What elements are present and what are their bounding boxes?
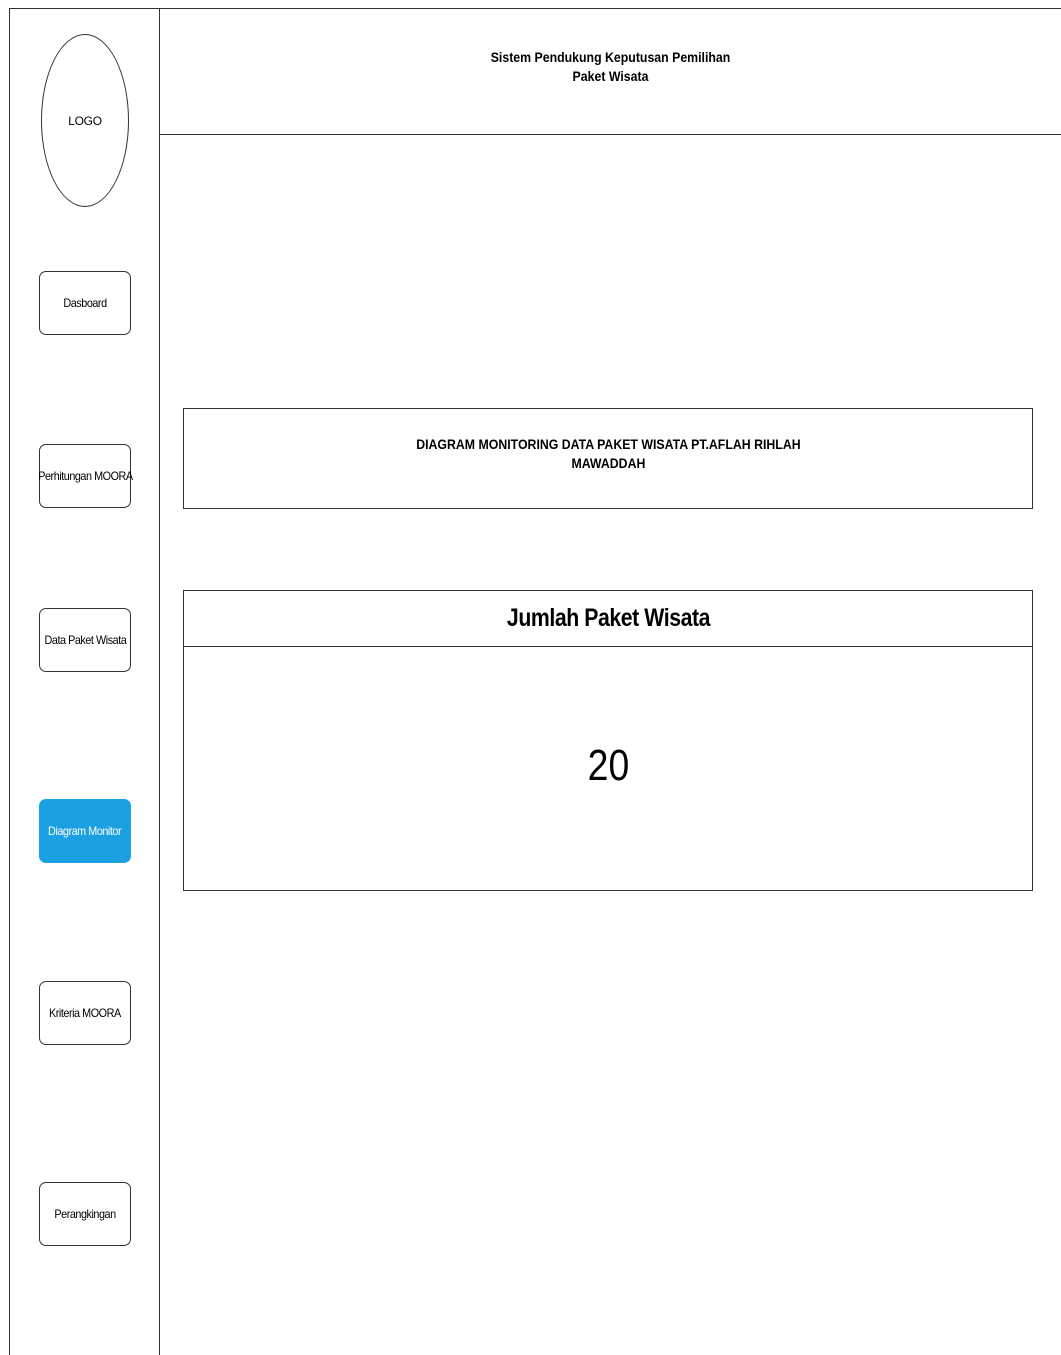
diagram-title-panel: DIAGRAM MONITORING DATA PAKET WISATA PT.… xyxy=(183,408,1033,509)
sidebar-divider xyxy=(159,8,160,1355)
app-title: Sistem Pendukung Keputusan Pemilihan Pak… xyxy=(214,48,1007,86)
card-value: 20 xyxy=(184,736,1032,796)
nav-button-label: Perangkingan xyxy=(54,1207,116,1221)
card-header: Jumlah Paket Wisata xyxy=(184,591,1032,647)
header-divider xyxy=(159,134,1061,135)
outer-frame-left-border xyxy=(9,8,10,1355)
outer-frame-top-border xyxy=(9,8,1061,9)
card-value-number: 20 xyxy=(587,741,629,790)
nav-button-label: Perhitungan MOORA xyxy=(37,469,133,483)
logo: LOGO xyxy=(41,34,129,207)
diagram-title-line-2: MAWADDAH xyxy=(571,455,645,471)
nav-button-label: Diagram Monitor xyxy=(48,824,122,838)
total-packages-card: Jumlah Paket Wisata 20 xyxy=(183,590,1033,891)
nav-button-label: Kriteria MOORA xyxy=(49,1006,121,1020)
nav-button-perhitungan-moora[interactable]: Perhitungan MOORA xyxy=(37,444,133,508)
app-title-line-1: Sistem Pendukung Keputusan Pemilihan xyxy=(490,49,731,65)
card-label: Jumlah Paket Wisata xyxy=(506,604,710,632)
nav-button-label: Data Paket Wisata xyxy=(44,633,126,647)
nav-button-label: Dasboard xyxy=(63,296,107,310)
nav-button-kriteria-moora[interactable]: Kriteria MOORA xyxy=(39,981,131,1045)
nav-button-diagram-monitor[interactable]: Diagram Monitor xyxy=(39,799,131,863)
diagram-title-line-1: DIAGRAM MONITORING DATA PAKET WISATA PT.… xyxy=(415,436,801,452)
nav-button-perangkingan[interactable]: Perangkingan xyxy=(39,1182,131,1246)
nav-button-dasboard[interactable]: Dasboard xyxy=(39,271,131,335)
app-title-line-2: Paket Wisata xyxy=(572,68,649,84)
nav-button-data-paket-wisata[interactable]: Data Paket Wisata xyxy=(39,608,131,672)
logo-label: LOGO xyxy=(68,113,102,128)
